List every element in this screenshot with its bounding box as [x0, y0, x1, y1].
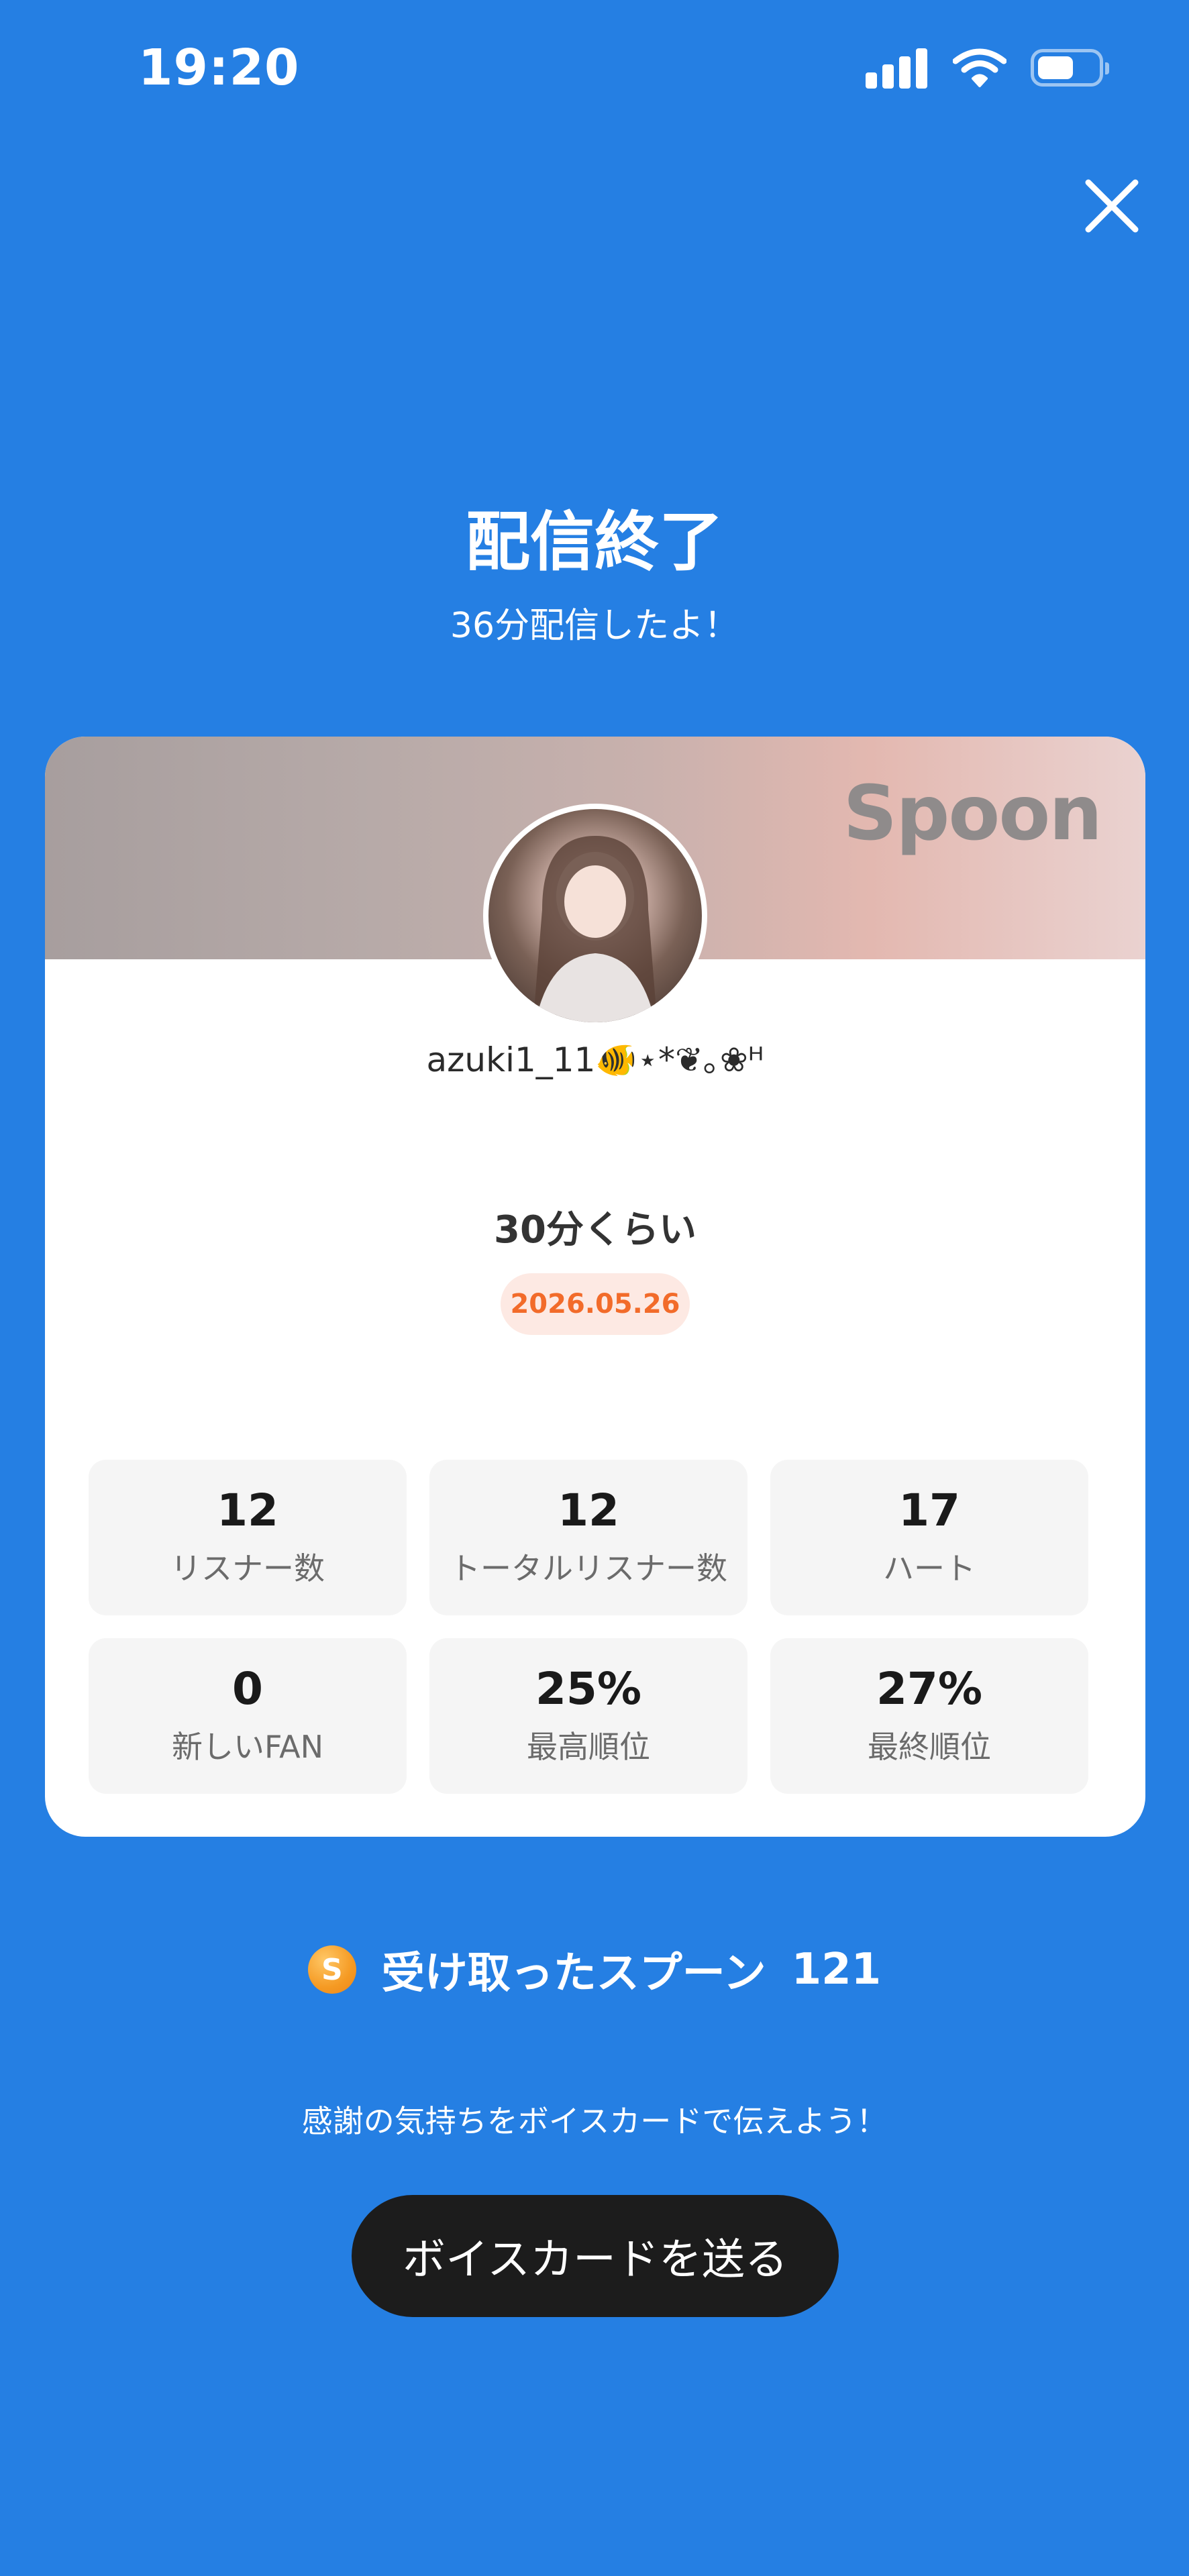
broadcast-summary-card: Spoon azuki1_11🐠⋆*❦｡❀ᴴ 30分くらい 2026.05.26… [45, 737, 1145, 1837]
battery-icon [1031, 49, 1109, 87]
stat-highest-rank: 25% 最高順位 [429, 1638, 747, 1794]
stat-value: 17 [898, 1484, 960, 1536]
page-title: 配信終了 [466, 504, 723, 580]
username: azuki1_11🐠⋆*❦｡❀ᴴ [426, 1040, 764, 1079]
stat-label: 最終順位 [868, 1729, 991, 1766]
stat-label: ハート [883, 1550, 976, 1587]
date-badge: 2026.05.26 [501, 1273, 690, 1335]
signal-icon [866, 47, 927, 89]
stat-value: 0 [232, 1662, 263, 1715]
stat-label: トータルリスナー数 [450, 1550, 727, 1587]
spoons-count: 121 [791, 1945, 882, 1994]
close-icon[interactable] [1082, 176, 1142, 236]
stat-label: リスナー数 [170, 1550, 325, 1587]
spoons-received: S 受け取ったスプーン 121 [0, 1939, 1189, 2000]
stat-value: 25% [535, 1662, 641, 1715]
stat-total-listeners: 12 トータルリスナー数 [429, 1460, 747, 1615]
broadcast-title: 30分くらい [494, 1208, 696, 1252]
thanks-message: 感謝の気持ちをボイスカードで伝えよう！ [301, 2103, 888, 2139]
stat-value: 27% [876, 1662, 982, 1715]
spoons-received-label: 受け取ったスプーン [381, 1949, 766, 1998]
spoon-logo: Spoon [843, 770, 1102, 857]
send-voice-card-button[interactable]: ボイスカードを送る [352, 2195, 839, 2317]
stat-value: 12 [217, 1484, 278, 1536]
stat-hearts: 17 ハート [770, 1460, 1088, 1615]
page-subtitle: 36分配信したよ！ [450, 606, 739, 646]
stat-final-rank: 27% 最終順位 [770, 1638, 1088, 1794]
status-icons [866, 47, 1109, 89]
avatar [483, 804, 707, 1028]
stat-value: 12 [558, 1484, 619, 1536]
stat-label: 新しいFAN [171, 1729, 324, 1766]
stat-new-fans: 0 新しいFAN [89, 1638, 407, 1794]
stats-grid: 12 リスナー数 12 トータルリスナー数 17 ハート 0 新しいFAN 25… [89, 1460, 1102, 1794]
spoon-coin-icon: S [307, 1945, 356, 1994]
stat-label: 最高順位 [527, 1729, 650, 1766]
status-time: 19:20 [138, 39, 300, 97]
stat-listeners: 12 リスナー数 [89, 1460, 407, 1615]
wifi-icon [953, 48, 1006, 87]
